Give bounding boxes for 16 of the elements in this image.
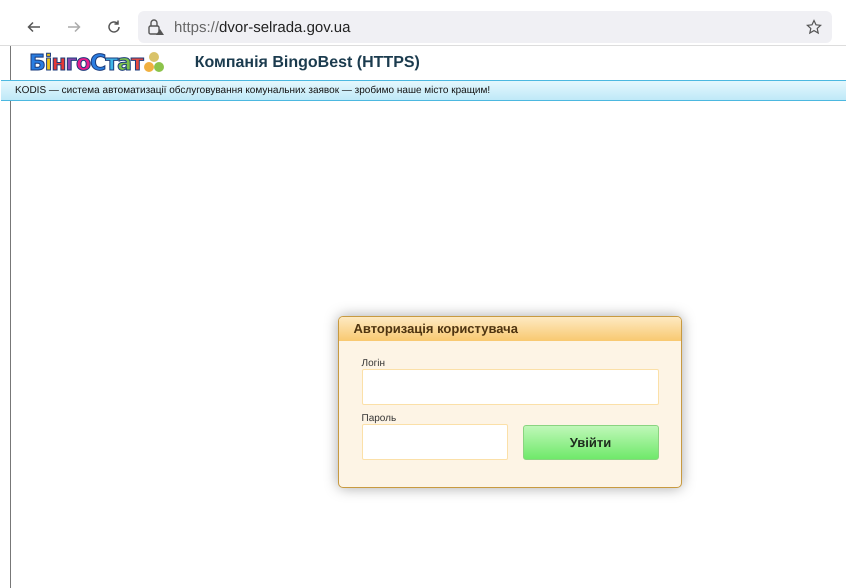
password-label: Пароль xyxy=(362,413,398,424)
password-field[interactable] xyxy=(362,424,508,460)
logo: БінгоСтат xyxy=(29,50,143,76)
back-icon[interactable] xyxy=(26,19,42,35)
url-text: https://dvor-selrada.gov.ua xyxy=(174,18,352,36)
lock-warning-icon[interactable] xyxy=(146,18,166,36)
login-button[interactable]: Увійти xyxy=(522,425,658,460)
info-banner: KODIS — система автоматизації обслуговування комунальних заявок — зробимо наше місто кращим! xyxy=(1,80,846,101)
address-bar[interactable]: https://dvor-selrada.gov.ua xyxy=(138,11,832,43)
cubes-icon xyxy=(142,51,165,75)
company-title: Компанія BingoBest (HTTPS) xyxy=(194,54,420,72)
reload-icon[interactable] xyxy=(106,19,122,35)
star-icon[interactable] xyxy=(806,19,822,35)
login-label: Логін xyxy=(362,358,386,369)
login-field[interactable] xyxy=(362,369,658,405)
dialog-title: Авторизація користувача xyxy=(338,317,680,341)
